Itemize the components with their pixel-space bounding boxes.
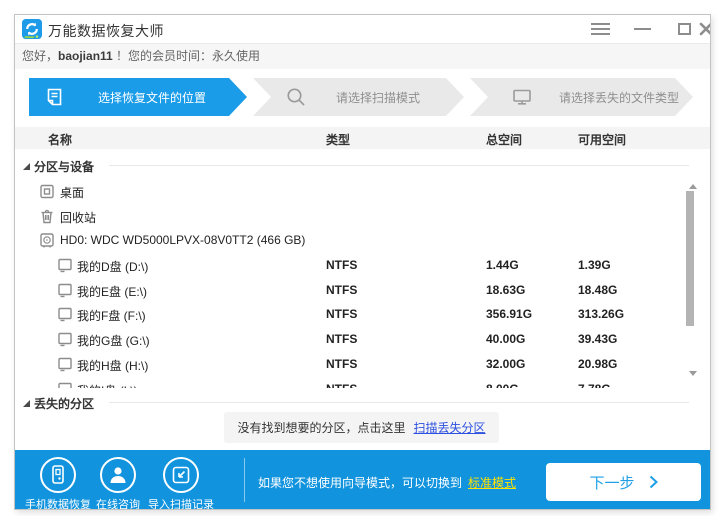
scrollbar-thumb[interactable] xyxy=(686,191,694,326)
step-scan-mode[interactable]: 请选择扫描模式 xyxy=(253,78,464,116)
partition-icon xyxy=(58,332,72,347)
list-item-desktop[interactable]: 桌面 xyxy=(15,179,710,204)
mode-switch-text: 如果您不想使用向导模式，可以切换到标准模式 xyxy=(258,474,516,491)
chevron-right-icon xyxy=(649,475,658,489)
partition-icon xyxy=(58,357,72,372)
column-type: 类型 xyxy=(326,131,350,148)
list-item-drive-f[interactable]: 我的F盘 (F:\) NTFS356.91G313.26G xyxy=(15,302,710,327)
partition-icon xyxy=(58,283,72,298)
expand-triangle-icon xyxy=(23,163,30,170)
standard-mode-link[interactable]: 标准模式 xyxy=(468,476,516,490)
username: baojian11 xyxy=(58,49,113,63)
app-window: 万能数据恢复大师 您好，baojian11 ！您的会员时间：永久使用 选择恢复文… xyxy=(14,14,711,510)
minimize-button[interactable] xyxy=(632,19,652,39)
monitor-icon xyxy=(513,89,531,105)
person-icon xyxy=(107,464,129,486)
import-icon xyxy=(171,465,191,485)
list-item-drive-e[interactable]: 我的E盘 (E:\) NTFS18.63G18.48G xyxy=(15,278,710,303)
partition-icon xyxy=(58,307,72,322)
scrollbar-down-arrow-icon[interactable] xyxy=(689,371,697,376)
list-item-drive-g[interactable]: 我的G盘 (G:\) NTFS40.00G39.43G xyxy=(15,327,710,352)
lost-partition-hint: 没有找到想要的分区，点击这里 扫描丢失分区 xyxy=(224,412,499,443)
footer-divider xyxy=(244,458,245,502)
column-name: 名称 xyxy=(48,131,72,148)
list-item-recycle-bin[interactable]: 回收站 xyxy=(15,204,710,229)
column-total: 总空间 xyxy=(486,131,522,148)
step-file-type[interactable]: 请选择丢失的文件类型 xyxy=(470,78,693,116)
maximize-button[interactable] xyxy=(674,19,694,39)
list-item-drive-d[interactable]: 我的D盘 (D:\) NTFS1.44G1.39G xyxy=(15,253,710,278)
list-item-hd0[interactable]: HD0: WDC WD5000LPVX-08V0TT2 (466 GB) xyxy=(15,228,710,253)
import-scan-record-button[interactable]: 导入扫描记录 xyxy=(141,457,221,510)
section-devices[interactable]: 分区与设备 xyxy=(15,154,710,177)
document-icon xyxy=(47,88,62,106)
search-icon xyxy=(286,87,306,107)
recycle-bin-icon xyxy=(40,209,54,224)
desktop-icon xyxy=(40,184,54,199)
partition-icon xyxy=(58,258,72,273)
wizard-steps: 选择恢复文件的位置 请选择扫描模式 请选择丢失的文件类型 xyxy=(15,78,710,116)
hard-drive-icon xyxy=(40,233,54,248)
column-free: 可用空间 xyxy=(578,131,626,148)
scan-lost-partition-link[interactable]: 扫描丢失分区 xyxy=(414,419,486,436)
phone-icon xyxy=(48,464,68,486)
partition-icon xyxy=(58,382,72,389)
footer-bar: 手机数据恢复 在线咨询 导入扫描记录 如果您不想使用向导模式，可以切换到标准模式… xyxy=(15,450,710,509)
close-button[interactable] xyxy=(696,19,711,39)
list-item-drive-h[interactable]: 我的H盘 (H:\) NTFS32.00G20.98G xyxy=(15,352,710,377)
expand-triangle-icon xyxy=(23,400,30,407)
title-bar: 万能数据恢复大师 xyxy=(15,15,710,43)
step-select-location[interactable]: 选择恢复文件的位置 xyxy=(29,78,247,116)
greeting-bar: 您好，baojian11 ！您的会员时间：永久使用 xyxy=(15,43,710,69)
table-header: 名称 类型 总空间 可用空间 xyxy=(15,127,710,149)
section-lost-partitions[interactable]: 丢失的分区 xyxy=(15,391,710,414)
device-list: 桌面 回收站 HD0: WDC WD5000LPVX-08V0TT2 (466 … xyxy=(15,179,710,388)
scrollbar-up-arrow-icon[interactable] xyxy=(689,184,697,189)
menu-icon[interactable] xyxy=(590,19,610,39)
list-item-drive-i[interactable]: 我的I盘 (I:\) NTFS8.00G7.78G xyxy=(15,377,710,389)
next-button[interactable]: 下一步 xyxy=(546,463,701,501)
